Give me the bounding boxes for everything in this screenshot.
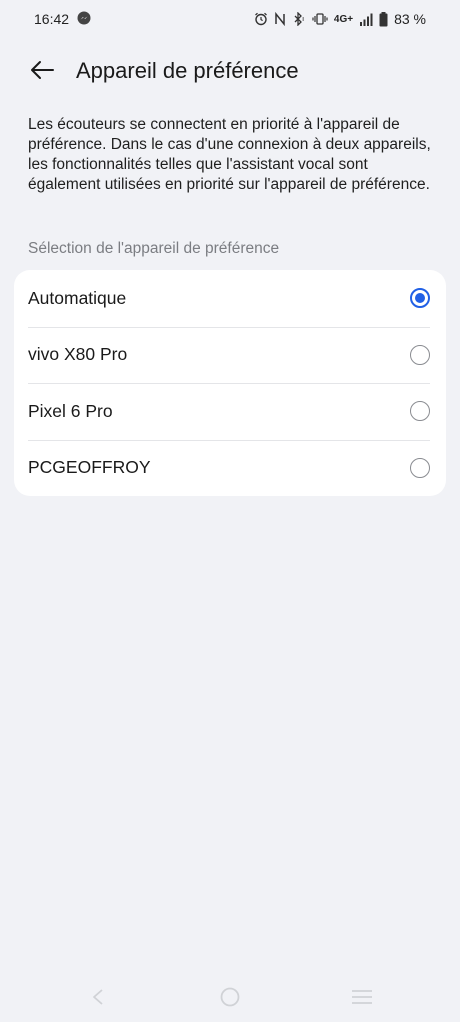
option-label: PCGEOFFROY (28, 457, 151, 478)
page-title: Appareil de préférence (76, 58, 299, 83)
radio-button[interactable] (410, 344, 430, 365)
arrow-left-icon (29, 60, 55, 85)
network-type: 4G+ (333, 13, 354, 25)
back-button[interactable] (26, 56, 58, 88)
radio-button-selected[interactable] (410, 288, 430, 309)
nav-back-button[interactable] (83, 984, 113, 1014)
description-text: Les écouteurs se connectent en priorité … (28, 116, 431, 193)
status-right: 4G+ 83 % (254, 11, 426, 27)
bluetooth-icon (292, 12, 306, 26)
header: Appareil de préférence (0, 50, 460, 94)
nav-recents-icon (351, 989, 373, 1010)
option-label: Automatique (28, 287, 127, 308)
radio-button[interactable] (410, 401, 430, 422)
nav-home-icon (220, 987, 240, 1012)
option-automatique[interactable]: Automatique (14, 270, 446, 327)
alarm-icon (254, 12, 268, 26)
device-options-list: Automatique vivo X80 Pro Pixel 6 Pro PCG… (14, 270, 446, 496)
option-pixel-6-pro[interactable]: Pixel 6 Pro (14, 383, 446, 440)
vibrate-icon (312, 12, 328, 26)
nav-recents-button[interactable] (347, 984, 377, 1014)
nav-back-icon (91, 988, 105, 1011)
option-vivo-x80-pro[interactable]: vivo X80 Pro (14, 326, 446, 384)
status-left: 16:42 (34, 11, 91, 28)
battery-percent: 83 % (394, 11, 426, 27)
option-label: vivo X80 Pro (28, 344, 128, 365)
messenger-icon (77, 11, 91, 28)
signal-icon (359, 13, 373, 26)
battery-icon (379, 11, 388, 27)
option-pcgeoffroy[interactable]: PCGEOFFROY (14, 439, 446, 497)
navigation-bar (0, 976, 460, 1022)
status-time: 16:42 (34, 11, 70, 27)
nav-home-button[interactable] (215, 984, 245, 1014)
status-bar: 16:42 4G+ 83 % (0, 0, 460, 38)
option-label: Pixel 6 Pro (28, 400, 113, 421)
radio-button[interactable] (410, 457, 430, 478)
nfc-icon (274, 12, 286, 26)
section-label: Sélection de l'appareil de préférence (28, 240, 280, 257)
